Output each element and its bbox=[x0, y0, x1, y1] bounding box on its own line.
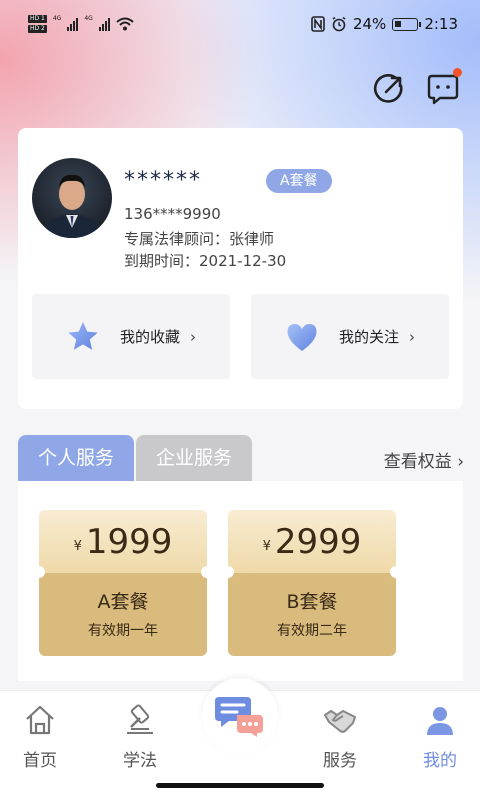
avatar[interactable] bbox=[32, 158, 112, 238]
top-actions bbox=[372, 68, 462, 106]
phone-number: 136****9990 bbox=[124, 205, 221, 223]
ticket-notch bbox=[201, 566, 207, 578]
package-card-b[interactable]: ¥ 2999 B套餐 有效期二年 bbox=[228, 510, 396, 656]
legal-advisor: 专属法律顾问：张律师 bbox=[124, 230, 275, 248]
nav-consult-button[interactable] bbox=[202, 678, 278, 754]
network-label-1: 4G bbox=[52, 15, 62, 22]
battery-percent: 24% bbox=[352, 15, 387, 33]
battery-icon bbox=[392, 17, 422, 31]
package-info-area: A套餐 有效期一年 bbox=[39, 573, 207, 656]
hd2-badge: HD 2 bbox=[28, 25, 47, 33]
wifi-icon bbox=[116, 17, 134, 31]
nav-service-label: 服务 bbox=[323, 751, 357, 771]
package-validity: 有效期二年 bbox=[277, 623, 347, 639]
status-left: HD 1 HD 2 4G 4G bbox=[28, 15, 134, 33]
chat-center-icon bbox=[215, 697, 263, 737]
person-icon bbox=[427, 707, 453, 735]
chevron-right-icon: › bbox=[190, 327, 196, 346]
signal-icon bbox=[67, 17, 79, 31]
view-benefits-link[interactable]: 查看权益 › bbox=[384, 447, 464, 472]
currency-symbol: ¥ bbox=[73, 539, 82, 554]
home-indicator bbox=[156, 783, 324, 788]
nfc-icon bbox=[311, 16, 325, 32]
package-info-area: B套餐 有效期二年 bbox=[228, 573, 396, 656]
package-card-a[interactable]: ¥ 1999 A套餐 有效期一年 bbox=[39, 510, 207, 656]
package-validity: 有效期一年 bbox=[88, 623, 158, 639]
home-icon bbox=[26, 705, 54, 735]
package-price: 1999 bbox=[85, 521, 173, 562]
alarm-icon bbox=[332, 16, 346, 32]
message-button[interactable] bbox=[426, 68, 462, 106]
following-button[interactable]: 我的关注 › bbox=[251, 294, 449, 379]
service-tabs: 个人服务 企业服务 bbox=[18, 435, 252, 481]
package-price: 2999 bbox=[274, 521, 362, 562]
package-price-area: ¥ 1999 bbox=[39, 510, 207, 573]
nav-service[interactable]: 服务 bbox=[300, 703, 380, 771]
nav-home[interactable]: 首页 bbox=[0, 703, 80, 771]
unread-dot bbox=[453, 68, 462, 77]
chevron-right-icon: › bbox=[457, 452, 464, 472]
package-name: B套餐 bbox=[286, 591, 338, 613]
gavel-icon bbox=[127, 704, 153, 734]
profile-card: ****** A套餐 136****9990 专属法律顾问：张律师 到期时间：2… bbox=[18, 128, 463, 409]
chat-bubble-icon bbox=[427, 74, 459, 105]
following-label: 我的关注 bbox=[338, 328, 399, 346]
view-benefits-label: 查看权益 bbox=[383, 452, 452, 472]
nav-mine[interactable]: 我的 bbox=[400, 703, 480, 771]
share-button[interactable] bbox=[372, 72, 406, 106]
heart-icon bbox=[287, 323, 317, 351]
handshake-icon bbox=[324, 710, 356, 733]
username: ****** bbox=[124, 168, 202, 193]
nav-learn-law-label: 学法 bbox=[123, 751, 157, 771]
ticket-notch bbox=[390, 566, 396, 578]
currency-symbol: ¥ bbox=[262, 539, 271, 554]
package-name: A套餐 bbox=[97, 591, 149, 613]
status-right: 24% 2:13 bbox=[311, 15, 458, 33]
nav-mine-label: 我的 bbox=[423, 751, 457, 771]
hd1-badge: HD 1 bbox=[28, 15, 47, 23]
favorites-label: 我的收藏 bbox=[119, 328, 180, 346]
network-label-2: 4G bbox=[84, 15, 93, 22]
package-price-area: ¥ 2999 bbox=[228, 510, 396, 573]
chevron-right-icon: › bbox=[409, 327, 415, 346]
favorites-button[interactable]: 我的收藏 › bbox=[32, 294, 230, 379]
clock: 2:13 bbox=[424, 15, 458, 33]
tab-personal-service[interactable]: 个人服务 bbox=[18, 435, 134, 481]
avatar-image bbox=[40, 174, 104, 238]
nav-home-label: 首页 bbox=[23, 751, 57, 771]
share-arrow-icon bbox=[373, 74, 403, 103]
expiry-date: 到期时间：2021-12-30 bbox=[124, 252, 287, 270]
hd-indicators: HD 1 HD 2 bbox=[28, 15, 47, 33]
star-icon bbox=[68, 321, 98, 350]
signal-icon-2 bbox=[98, 17, 110, 31]
status-bar: HD 1 HD 2 4G 4G 24% 2:13 bbox=[0, 0, 480, 48]
plan-badge: A套餐 bbox=[266, 169, 332, 193]
nav-learn-law[interactable]: 学法 bbox=[100, 703, 180, 771]
tab-enterprise-service[interactable]: 企业服务 bbox=[136, 435, 252, 481]
